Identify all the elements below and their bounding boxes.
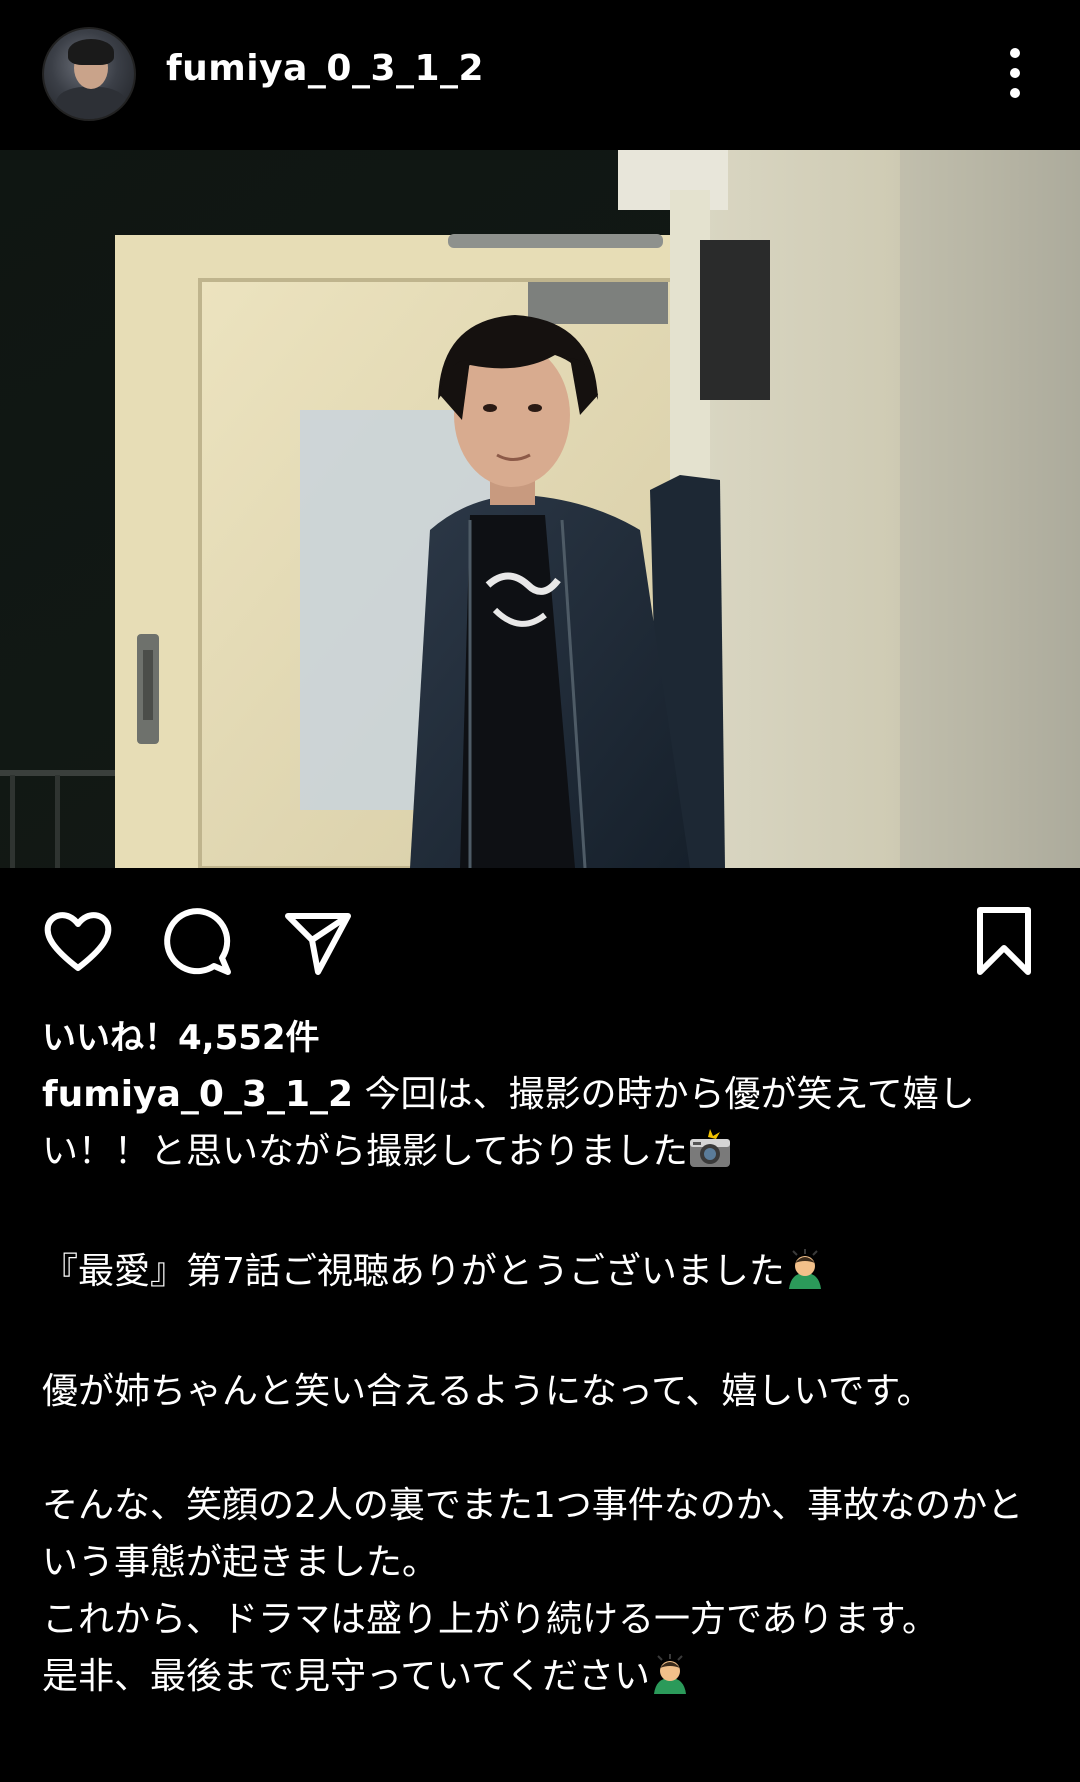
post-header: fumiya_0_3_1_2	[0, 0, 1080, 150]
caption-username[interactable]: fumiya_0_3_1_2	[42, 1074, 353, 1115]
likes-count[interactable]: いいね！4,552件	[42, 1010, 320, 1059]
comment-icon[interactable]	[162, 906, 234, 978]
caption-line: 是非、最後まで見守っていてください	[42, 1656, 651, 1697]
camera-flash-emoji	[688, 1129, 732, 1186]
caption-line: 『最愛』第7話ご視聴ありがとうございました	[42, 1251, 785, 1292]
person-bowing-emoji	[650, 1654, 690, 1711]
bookmark-icon[interactable]	[968, 906, 1040, 978]
post-photo-illustration	[0, 150, 1080, 868]
post-image[interactable]	[0, 150, 1080, 868]
post-caption: fumiya_0_3_1_2 今回は、撮影の時から優が笑えて嬉しい！！と思いなが…	[42, 1066, 1042, 1711]
post-username[interactable]: fumiya_0_3_1_2	[166, 48, 484, 89]
heart-icon[interactable]	[42, 906, 114, 978]
caption-line: 優が姉ちゃんと笑い合えるようになって、嬉しいです。	[42, 1371, 933, 1412]
send-icon[interactable]	[282, 906, 354, 978]
caption-line: これから、ドラマは盛り上がり続ける一方であります。	[42, 1599, 939, 1640]
caption-line: そんな、笑顔の2人の裏でまた1つ事件なのか、事故なのかという事態が起きました。	[42, 1485, 1024, 1583]
avatar[interactable]	[42, 27, 136, 121]
person-bowing-emoji	[785, 1249, 825, 1306]
post-actions	[0, 868, 1080, 998]
more-vertical-icon[interactable]	[1000, 46, 1030, 102]
